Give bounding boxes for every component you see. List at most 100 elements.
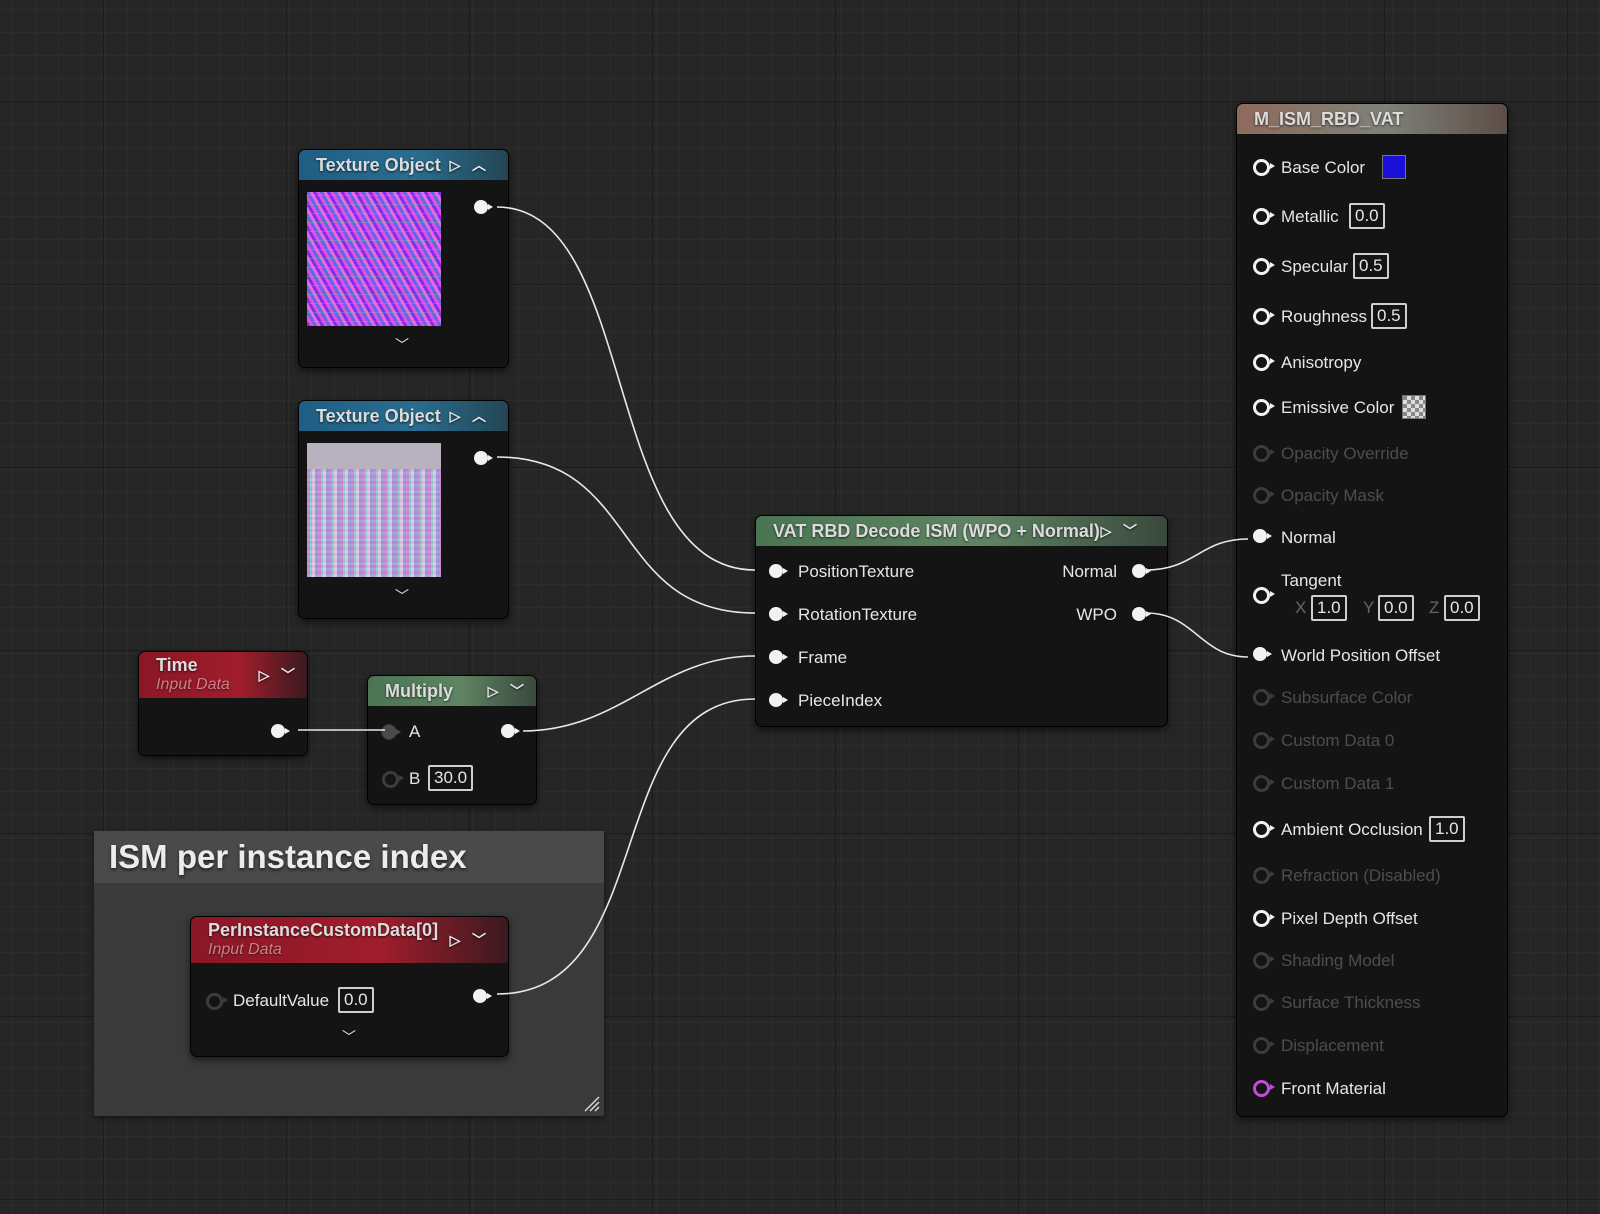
chevron-down-icon[interactable]: ﹀ bbox=[470, 930, 488, 950]
multiply-node-title: Multiply bbox=[385, 680, 453, 701]
normal-input-pin[interactable] bbox=[1253, 529, 1272, 543]
metallic-value-field[interactable]: 0.0 bbox=[1349, 203, 1385, 229]
texture-object-node-2-header[interactable]: Texture Object ▷ ︿ bbox=[299, 401, 508, 431]
normal-output-pin[interactable] bbox=[1132, 564, 1151, 578]
frame-input-pin[interactable] bbox=[769, 650, 788, 664]
front-material-pin[interactable] bbox=[1253, 1080, 1275, 1097]
position-texture-input-pin[interactable] bbox=[769, 564, 788, 578]
play-icon[interactable]: ▷ bbox=[446, 408, 464, 425]
chevron-down-icon[interactable]: ﹀ bbox=[395, 586, 409, 606]
time-node-output-pin[interactable] bbox=[271, 724, 290, 738]
play-icon[interactable]: ▷ bbox=[484, 683, 502, 700]
wpo-output-pin[interactable] bbox=[1132, 607, 1151, 621]
piece-index-input-pin[interactable] bbox=[769, 693, 788, 707]
custom-data-0-pin bbox=[1253, 732, 1275, 749]
surface-thickness-label: Surface Thickness bbox=[1281, 993, 1421, 1012]
play-icon[interactable]: ▷ bbox=[255, 665, 273, 685]
emissive-color-swatch[interactable] bbox=[1402, 395, 1426, 419]
material-node-header[interactable]: M_ISM_RBD_VAT bbox=[1237, 104, 1507, 134]
multiply-output-pin[interactable] bbox=[501, 724, 520, 738]
chevron-down-icon[interactable]: ﹀ bbox=[279, 665, 297, 685]
texture-object-node-1-title: Texture Object bbox=[316, 154, 441, 175]
anisotropy-pin[interactable] bbox=[1253, 354, 1275, 371]
specular-pin[interactable] bbox=[1253, 258, 1275, 275]
custom-data-node-header[interactable]: PerInstanceCustomData[0] Input Data ▷ ﹀ bbox=[191, 917, 508, 963]
resize-grip-icon[interactable] bbox=[582, 1094, 600, 1112]
default-value-input-pin[interactable] bbox=[206, 993, 228, 1010]
texture-object-node-2[interactable]: Texture Object ▷ ︿ ﹀ bbox=[298, 400, 509, 619]
emissive-color-pin[interactable] bbox=[1253, 399, 1275, 416]
chevron-up-icon[interactable]: ︿ bbox=[470, 155, 488, 175]
time-node[interactable]: Time Input Data ▷ ﹀ bbox=[138, 651, 308, 756]
world-position-offset-label: World Position Offset bbox=[1281, 646, 1441, 665]
multiply-input-b-pin[interactable] bbox=[382, 771, 404, 788]
play-icon[interactable]: ▷ bbox=[1097, 523, 1115, 540]
chevron-up-icon[interactable]: ︿ bbox=[470, 406, 488, 426]
chevron-down-icon[interactable]: ﹀ bbox=[1121, 521, 1139, 541]
position-texture-label: PositionTexture bbox=[798, 562, 915, 581]
custom-data-1-pin bbox=[1253, 775, 1275, 792]
multiply-node-header[interactable]: Multiply ▷ ﹀ bbox=[368, 676, 536, 706]
rotation-texture-label: RotationTexture bbox=[798, 605, 918, 624]
tangent-x-field[interactable]: 1.0 bbox=[1311, 595, 1347, 621]
multiply-node[interactable]: Multiply ▷ ﹀ A B 30.0 bbox=[367, 675, 537, 805]
metallic-label: Metallic bbox=[1281, 207, 1339, 226]
texture-object-node-2-output-pin[interactable] bbox=[474, 451, 493, 465]
tangent-label: Tangent bbox=[1281, 571, 1342, 590]
multiply-input-a-pin[interactable] bbox=[381, 724, 401, 740]
multiply-b-value-field[interactable]: 30.0 bbox=[428, 765, 474, 791]
multiply-input-b-label: B bbox=[409, 769, 421, 788]
rotation-texture-input-pin[interactable] bbox=[769, 607, 788, 621]
emissive-color-label: Emissive Color bbox=[1281, 398, 1395, 417]
tangent-z-field[interactable]: 0.0 bbox=[1444, 595, 1480, 621]
texture-preview-2 bbox=[307, 443, 441, 577]
roughness-value-field[interactable]: 0.5 bbox=[1371, 303, 1407, 329]
base-color-pin[interactable] bbox=[1253, 159, 1275, 176]
default-value-label: DefaultValue bbox=[233, 991, 330, 1010]
play-icon[interactable]: ▷ bbox=[446, 930, 464, 950]
world-position-offset-pin[interactable] bbox=[1253, 647, 1272, 661]
comment-box-title[interactable]: ISM per instance index bbox=[94, 831, 604, 883]
base-color-swatch[interactable] bbox=[1382, 155, 1406, 179]
time-node-header[interactable]: Time Input Data ▷ ﹀ bbox=[139, 652, 307, 698]
texture-object-node-1-header[interactable]: Texture Object ▷ ︿ bbox=[299, 150, 508, 180]
displacement-label: Displacement bbox=[1281, 1036, 1384, 1055]
texture-object-node-1-output-pin[interactable] bbox=[474, 200, 493, 214]
tangent-x-label: X bbox=[1295, 598, 1307, 617]
refraction-pin bbox=[1253, 867, 1275, 884]
pixel-depth-offset-pin[interactable] bbox=[1253, 910, 1275, 927]
ambient-occlusion-pin[interactable] bbox=[1253, 821, 1275, 838]
per-instance-custom-data-node[interactable]: PerInstanceCustomData[0] Input Data ▷ ﹀ … bbox=[190, 916, 509, 1057]
texture-object-node-1[interactable]: Texture Object ▷ ︿ ﹀ bbox=[298, 149, 509, 368]
opacity-mask-label: Opacity Mask bbox=[1281, 486, 1384, 505]
chevron-down-icon[interactable]: ﹀ bbox=[342, 1027, 356, 1047]
tangent-pin[interactable] bbox=[1253, 587, 1275, 604]
custom-data-node-subtitle: Input Data bbox=[208, 941, 282, 958]
metallic-pin[interactable] bbox=[1253, 208, 1275, 225]
displacement-pin bbox=[1253, 1037, 1275, 1054]
opacity-mask-pin bbox=[1253, 487, 1275, 504]
wire-multiply-to-frame bbox=[522, 655, 756, 732]
texture-object-node-2-title: Texture Object bbox=[316, 405, 441, 426]
tangent-z-label: Z bbox=[1429, 598, 1440, 617]
subsurface-color-label: Subsurface Color bbox=[1281, 688, 1413, 707]
opacity-override-label: Opacity Override bbox=[1281, 444, 1409, 463]
opacity-override-pin bbox=[1253, 445, 1275, 462]
tangent-y-label: Y bbox=[1363, 598, 1375, 617]
shading-model-label: Shading Model bbox=[1281, 951, 1395, 970]
play-icon[interactable]: ▷ bbox=[446, 157, 464, 174]
vat-rbd-decode-node[interactable]: VAT RBD Decode ISM (WPO + Normal) ▷ ﹀ Po… bbox=[755, 515, 1168, 727]
specular-label: Specular bbox=[1281, 257, 1349, 276]
chevron-down-icon[interactable]: ﹀ bbox=[508, 681, 526, 701]
chevron-down-icon[interactable]: ﹀ bbox=[395, 335, 409, 355]
specular-value-field[interactable]: 0.5 bbox=[1353, 253, 1389, 279]
tangent-y-field[interactable]: 0.0 bbox=[1378, 595, 1414, 621]
default-value-field[interactable]: 0.0 bbox=[338, 987, 374, 1013]
roughness-label: Roughness bbox=[1281, 307, 1368, 326]
roughness-pin[interactable] bbox=[1253, 308, 1275, 325]
ambient-occlusion-value-field[interactable]: 1.0 bbox=[1429, 816, 1465, 842]
vat-node-header[interactable]: VAT RBD Decode ISM (WPO + Normal) ▷ ﹀ bbox=[756, 516, 1167, 546]
custom-data-output-pin[interactable] bbox=[473, 989, 492, 1003]
material-output-node[interactable]: M_ISM_RBD_VAT Base Color Metallic 0.0 Sp… bbox=[1236, 103, 1508, 1117]
custom-data-0-label: Custom Data 0 bbox=[1281, 731, 1395, 750]
